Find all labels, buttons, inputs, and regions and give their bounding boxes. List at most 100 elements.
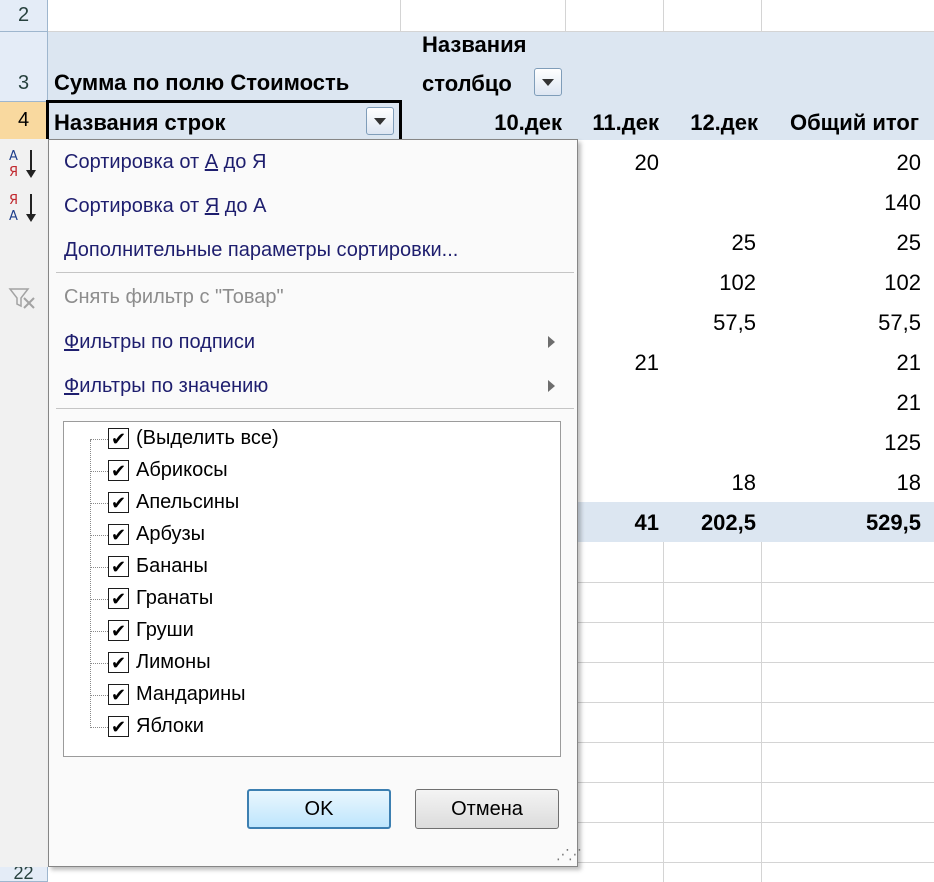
menu-sort-asc[interactable]: Сортировка от А до Я <box>64 151 266 174</box>
chevron-down-icon <box>542 78 554 86</box>
checkbox-item[interactable]: ✔ <box>108 652 129 673</box>
menu-value-filters-key: Ф <box>64 375 80 397</box>
cell-value[interactable]: 21 <box>761 390 921 416</box>
checklist-item-label[interactable]: Мандарины <box>136 683 246 706</box>
checklist-item-label[interactable]: Апельсины <box>136 491 239 514</box>
menu-more-sort-options[interactable]: Дополнительные параметры сортировки... <box>64 239 458 262</box>
menu-label-filters[interactable]: Фильтры по подписи <box>64 331 255 354</box>
gridline <box>578 662 934 663</box>
menu-sort-asc-label: Сортировка от <box>64 151 205 173</box>
svg-text:А: А <box>9 209 18 224</box>
checkbox-select-all[interactable]: ✔ <box>108 428 129 449</box>
sort-descending-icon: Я А <box>9 193 36 224</box>
checklist-item-label[interactable]: (Выделить все) <box>136 427 279 450</box>
tree-branch <box>90 631 108 632</box>
cell-value[interactable]: 102 <box>761 270 921 296</box>
gridline <box>578 862 934 863</box>
ok-button[interactable]: OK <box>247 789 391 829</box>
row-header-3[interactable]: 3 <box>0 32 48 102</box>
gridline <box>578 822 934 823</box>
tree-branch <box>90 663 108 664</box>
menu-sort-desc[interactable]: Сортировка от Я до А <box>64 195 266 218</box>
cancel-button[interactable]: Отмена <box>415 789 559 829</box>
tree-branch <box>90 535 108 536</box>
gridline <box>578 622 934 623</box>
menu-clear-filter: Снять фильтр с "Товар" <box>64 286 284 308</box>
menu-sort-desc-key: Я <box>204 195 220 217</box>
checklist-item-label[interactable]: Груши <box>136 619 194 642</box>
menu-more-sort-label: ополнительные параметры сортировки... <box>77 239 459 261</box>
column-header-10dec: 10.дек <box>494 110 562 135</box>
tree-branch <box>90 471 108 472</box>
gridline <box>578 742 934 743</box>
checkbox-item[interactable]: ✔ <box>108 716 129 737</box>
pivot-column-labels-line2: столбцо <box>422 71 512 96</box>
cell-value[interactable]: 20 <box>565 150 659 176</box>
resize-grip-icon[interactable]: ⋰⋰ <box>556 846 582 863</box>
row-header-22[interactable]: 22 <box>0 866 48 882</box>
checklist-item-label[interactable]: Абрикосы <box>136 459 228 482</box>
menu-label-filters-label: ильтры по подписи <box>79 331 255 353</box>
menu-separator <box>56 408 574 409</box>
clear-filter-icon <box>8 288 35 309</box>
gridline <box>663 0 664 32</box>
cell-value[interactable]: 25 <box>663 230 756 256</box>
cell-value[interactable]: 125 <box>761 430 921 456</box>
tree-branch <box>90 727 108 728</box>
cell-value[interactable]: 57,5 <box>663 310 756 336</box>
column-header-12dec: 12.дек <box>690 110 758 135</box>
cell-value[interactable]: 20 <box>761 150 921 176</box>
column-labels-filter-button[interactable] <box>534 68 562 96</box>
column-header-11dec: 11.дек <box>592 110 659 135</box>
menu-more-sort-key: Д <box>64 239 78 261</box>
tree-branch <box>90 439 108 440</box>
checkbox-item[interactable]: ✔ <box>108 524 129 545</box>
menu-sort-desc-label: Сортировка от <box>64 195 205 217</box>
menu-sort-asc-label-end: до Я <box>218 151 267 173</box>
gridline <box>400 0 401 32</box>
row-header-4[interactable]: 4 <box>0 102 48 140</box>
submenu-arrow-icon <box>548 336 555 348</box>
checklist-item-label[interactable]: Гранаты <box>136 587 213 610</box>
svg-text:Я: Я <box>9 165 18 180</box>
cell-value[interactable]: 102 <box>663 270 756 296</box>
menu-sort-desc-label-end: до А <box>219 195 267 217</box>
gridline <box>761 542 762 882</box>
checkbox-item[interactable]: ✔ <box>108 620 129 641</box>
gridline <box>761 0 762 32</box>
grand-total-overall: 529,5 <box>865 510 921 535</box>
row-header-2[interactable]: 2 <box>0 0 48 32</box>
tree-branch <box>90 503 108 504</box>
cell-value[interactable]: 21 <box>761 350 921 376</box>
column-header-grand-total: Общий итог <box>789 110 919 135</box>
cell-value[interactable]: 18 <box>663 470 756 496</box>
cell-value[interactable]: 21 <box>565 350 659 376</box>
cell-value[interactable]: 57,5 <box>761 310 921 336</box>
gridline <box>578 782 934 783</box>
menu-sort-asc-key: А <box>204 151 219 173</box>
cell-value[interactable]: 25 <box>761 230 921 256</box>
checkbox-item[interactable]: ✔ <box>108 556 129 577</box>
checklist-item-label[interactable]: Арбузы <box>136 523 205 546</box>
cell-value[interactable]: 140 <box>761 190 921 216</box>
checkbox-item[interactable]: ✔ <box>108 492 129 513</box>
tree-branch <box>90 695 108 696</box>
gridline <box>578 702 934 703</box>
grand-total-11dec: 41 <box>634 510 659 535</box>
menu-label-filters-key: Ф <box>64 331 80 353</box>
gridline <box>578 582 934 583</box>
cell-value[interactable]: 18 <box>761 470 921 496</box>
checklist-item-label[interactable]: Яблоки <box>136 715 204 738</box>
checklist-item-label[interactable]: Лимоны <box>136 651 211 674</box>
menu-separator <box>56 272 574 273</box>
svg-text:А: А <box>9 149 18 164</box>
menu-value-filters[interactable]: Фильтры по значению <box>64 375 268 398</box>
checkbox-item[interactable]: ✔ <box>108 460 129 481</box>
checklist-item-label[interactable]: Бананы <box>136 555 208 578</box>
grand-total-12dec: 202,5 <box>700 510 756 535</box>
checkbox-item[interactable]: ✔ <box>108 684 129 705</box>
submenu-arrow-icon <box>548 380 555 392</box>
checkbox-item[interactable]: ✔ <box>108 588 129 609</box>
sort-ascending-icon: А Я <box>9 149 36 180</box>
pivot-values-label: Сумма по полю Стоимость <box>54 70 350 95</box>
